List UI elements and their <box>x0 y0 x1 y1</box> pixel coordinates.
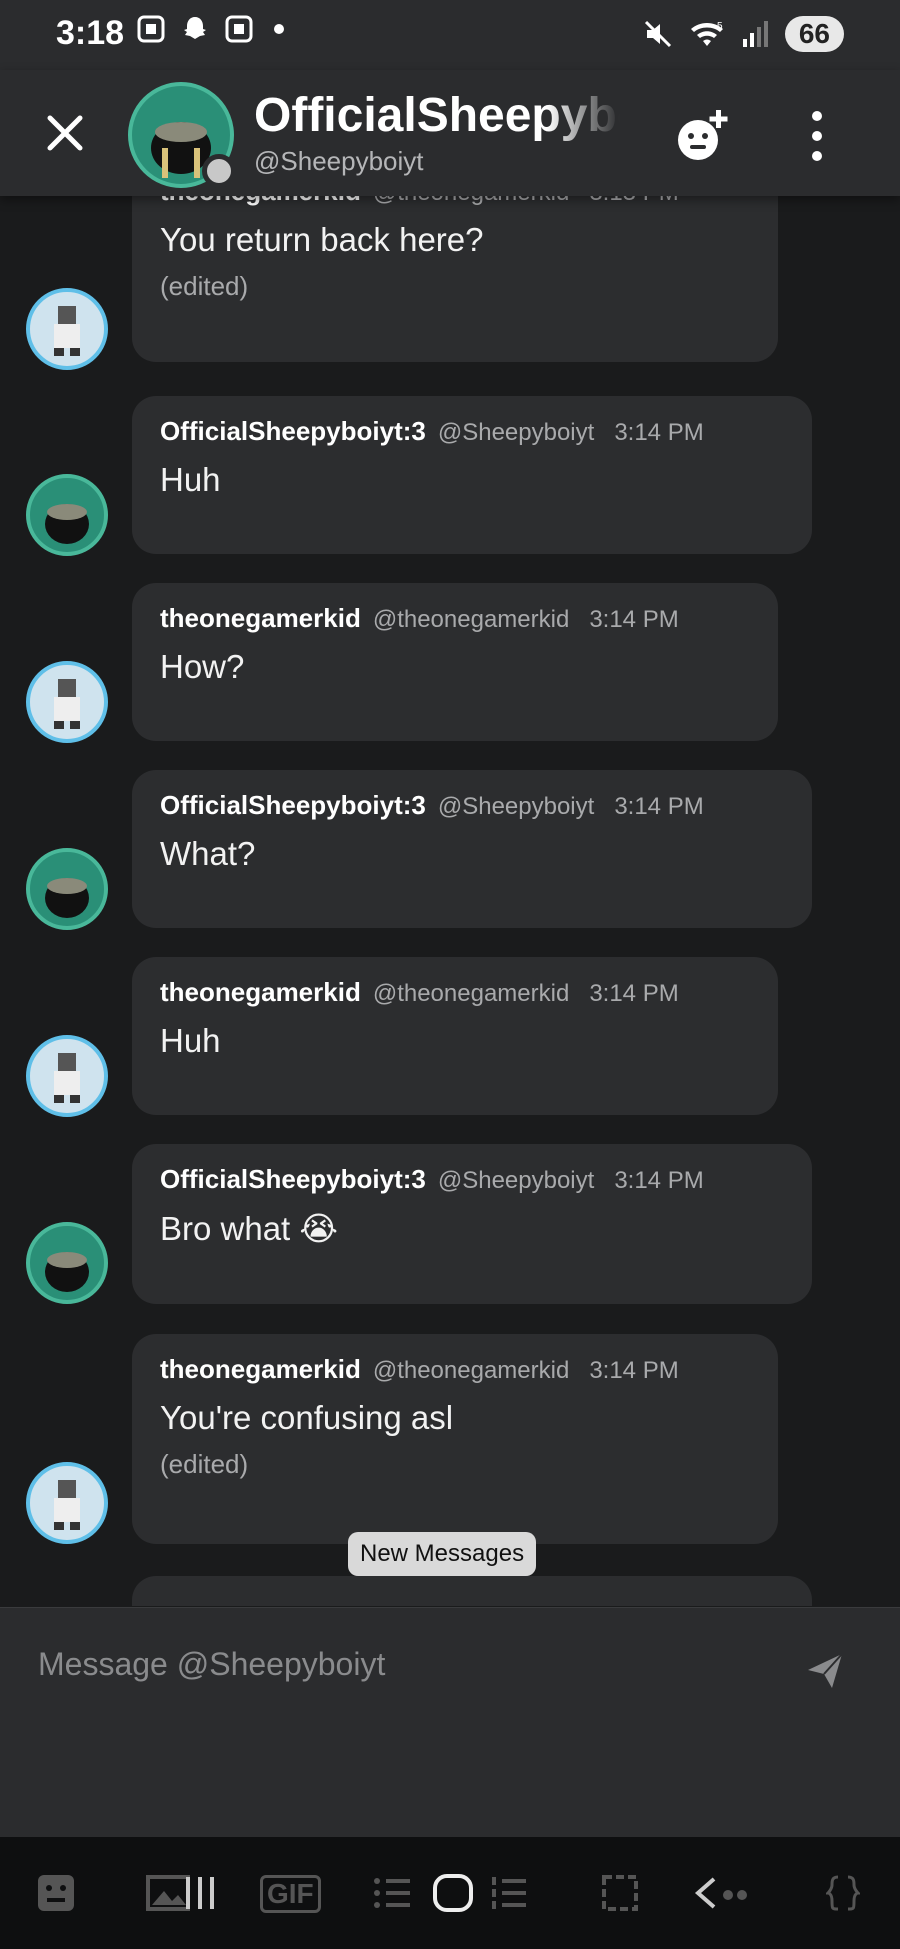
mute-icon <box>644 20 671 48</box>
user-avatar[interactable] <box>26 288 108 370</box>
user-avatar[interactable] <box>26 1222 108 1304</box>
wifi-icon: 5 <box>690 21 723 46</box>
message-time: 3:13 PM <box>589 196 678 207</box>
user-avatar[interactable] <box>26 848 108 930</box>
message-handle: @Sheepyboiyt <box>437 419 595 446</box>
user-avatar[interactable] <box>26 661 108 743</box>
braces-icon[interactable] <box>826 1873 860 1913</box>
message-text: You're confusing asl <box>160 1399 454 1436</box>
message-text: Huh <box>160 1022 221 1059</box>
message-time: 3:14 PM <box>614 419 704 446</box>
quote-icon[interactable] <box>692 1873 752 1913</box>
message-bubble-partial[interactable] <box>132 1576 812 1606</box>
message-author[interactable]: OfficialSheepyboiyt:3 <box>160 416 426 447</box>
message-bubble[interactable]: OfficialSheepyboiyt:3 @Sheepyboiyt 3:14 PM… <box>132 396 812 554</box>
status-bar: 3:18 5 66 <box>0 0 900 70</box>
new-messages-pill[interactable]: New Messages <box>348 1532 537 1576</box>
message-bubble[interactable]: theonegamerkid @theonegamerkid 3:14 PM How… <box>132 583 778 741</box>
screenshot-icon[interactable] <box>600 1873 640 1913</box>
message-bubble[interactable]: OfficialSheepyboiyt:3 @Sheepyboiyt 3:14 PM… <box>132 1144 812 1304</box>
close-icon[interactable] <box>40 108 90 158</box>
notification-dot <box>274 24 284 34</box>
sticker-icon[interactable] <box>36 1873 76 1913</box>
message-handle: @theonegamerkid <box>372 1357 570 1384</box>
screen-capture-icon <box>137 15 165 43</box>
message-handle: @theonegamerkid <box>372 606 570 633</box>
message-time: 3:14 PM <box>614 1167 704 1194</box>
message-text: Huh <box>160 461 221 498</box>
message-time: 3:14 PM <box>589 980 679 1007</box>
svg-text:5: 5 <box>717 21 723 32</box>
message-time: 3:14 PM <box>589 606 679 633</box>
status-system-icons: 5 66 <box>643 16 844 52</box>
message-handle: @Sheepyboiyt <box>437 793 595 820</box>
status-notification-icons <box>136 14 284 44</box>
list-icon[interactable] <box>372 1873 412 1913</box>
edited-label: (edited) <box>160 1449 249 1479</box>
screen-capture-icon-2 <box>225 15 253 43</box>
message-bubble[interactable]: theonegamerkid @theonegamerkid 3:13 PM You… <box>132 196 778 362</box>
message-bubble[interactable]: theonegamerkid @theonegamerkid 3:14 PM Huh <box>132 957 778 1115</box>
message-author[interactable]: OfficialSheepyboiyt:3 <box>160 790 426 821</box>
message-text: You return back here? <box>160 221 484 258</box>
more-vertical-icon[interactable] <box>800 108 834 164</box>
message-author[interactable]: theonegamerkid <box>160 1354 361 1385</box>
snapchat-icon <box>184 17 206 39</box>
edited-label: (edited) <box>160 271 249 301</box>
message-handle: @theonegamerkid <box>373 196 569 207</box>
message-author[interactable]: theonegamerkid <box>160 977 361 1008</box>
user-avatar[interactable] <box>26 1462 108 1544</box>
message-input[interactable] <box>36 1638 780 1690</box>
add-friend-icon[interactable] <box>670 106 734 166</box>
message-time: 3:14 PM <box>614 793 704 820</box>
message-handle: @theonegamerkid <box>372 980 570 1007</box>
message-author[interactable]: OfficialSheepyboiyt:3 <box>160 1164 426 1195</box>
message-author[interactable]: theonegamerkid <box>160 603 361 634</box>
message-author[interactable]: theonegamerkid <box>160 196 361 207</box>
presence-status-dot <box>202 154 236 188</box>
send-icon[interactable] <box>806 1652 844 1690</box>
dm-header: OfficialSheepyboiyt:3 @Sheepyboiyt <box>0 70 900 196</box>
keyboard-toolbar: GIF <box>0 1837 900 1949</box>
user-avatar[interactable] <box>26 474 108 556</box>
header-handle: @Sheepyboiyt <box>254 146 424 176</box>
message-bubble[interactable]: theonegamerkid @theonegamerkid 3:14 PM You… <box>132 1334 778 1544</box>
message-list[interactable]: theonegamerkid @theonegamerkid 3:13 PM You… <box>0 196 900 1606</box>
header-title[interactable]: OfficialSheepyboiyt:3 <box>254 88 620 143</box>
message-text: Bro what 😭 <box>160 1210 338 1247</box>
message-text: How? <box>160 648 245 685</box>
home-icon[interactable] <box>432 1873 474 1913</box>
recents-nav-icon[interactable] <box>180 1873 220 1913</box>
message-handle: @Sheepyboiyt <box>437 1167 595 1194</box>
message-bubble[interactable]: OfficialSheepyboiyt:3 @Sheepyboiyt 3:14 PM… <box>132 770 812 928</box>
message-text: What? <box>160 835 256 872</box>
signal-icon <box>742 21 768 47</box>
status-time: 3:18 <box>56 14 125 52</box>
message-time: 3:14 PM <box>589 1357 679 1384</box>
battery-indicator: 66 <box>784 16 844 52</box>
user-avatar[interactable] <box>26 1035 108 1117</box>
gif-icon[interactable]: GIF <box>260 1875 321 1913</box>
message-composer <box>0 1607 900 1838</box>
numbered-list-icon[interactable] <box>488 1873 528 1913</box>
